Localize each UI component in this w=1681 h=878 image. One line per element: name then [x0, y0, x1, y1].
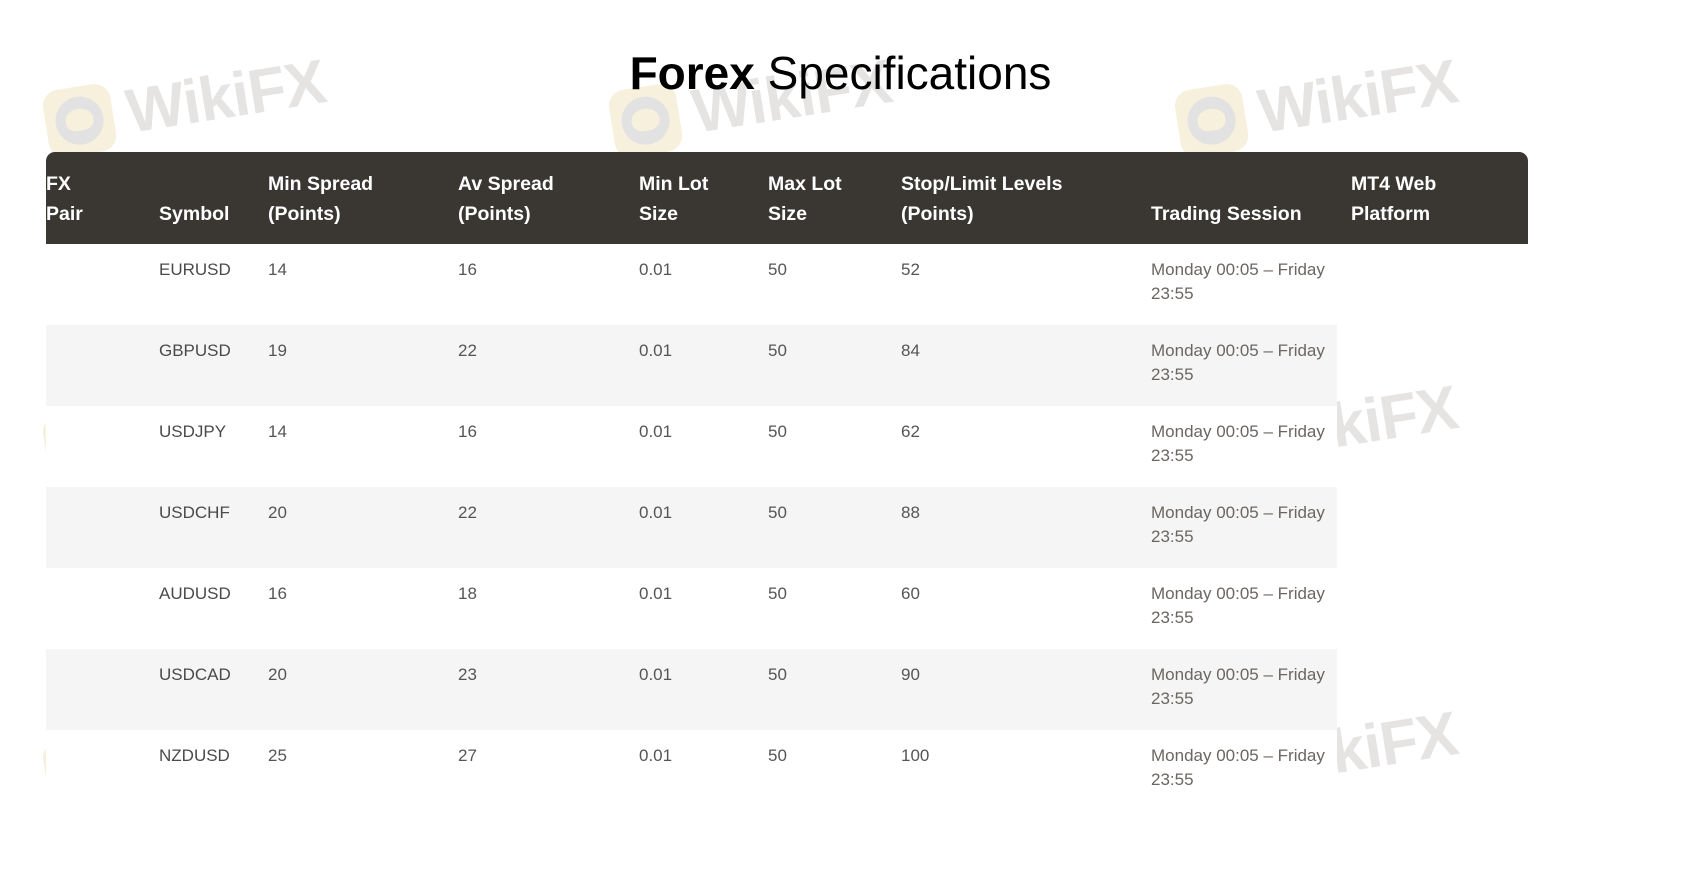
cell-symbol: GBPUSD — [159, 339, 268, 363]
cell-trading-session: Monday 00:05 – Friday 23:55 — [1151, 663, 1351, 711]
column-header-max-lot-line1: Max Lot — [768, 169, 842, 199]
cell-min-spread: 14 — [268, 258, 458, 282]
page-root: WikiFX WikiFX WikiFX WikiFX WikiFX WikiF… — [0, 0, 1681, 878]
cell-min-lot-size: 0.01 — [639, 501, 768, 525]
column-header-av-spread-line1: Av Spread — [458, 169, 554, 199]
cell-max-lot-size: 50 — [768, 501, 901, 525]
cell-min-spread: 16 — [268, 582, 458, 606]
cell-av-spread: 16 — [458, 258, 639, 282]
column-header-mt4-web-platform: MT4 Web Platform — [1351, 169, 1528, 230]
cell-symbol: NZDUSD — [159, 744, 268, 768]
cell-symbol: EURUSD — [159, 258, 268, 282]
column-header-min-lot-line2: Size — [639, 199, 708, 229]
cell-min-spread: 14 — [268, 420, 458, 444]
cell-trading-session: Monday 00:05 – Friday 23:55 — [1151, 582, 1351, 630]
page-title-bold: Forex — [630, 47, 755, 99]
cell-stop-limit: 90 — [901, 663, 1151, 687]
cell-symbol: USDCHF — [159, 501, 268, 525]
cell-min-spread: 25 — [268, 744, 458, 768]
cell-av-spread: 18 — [458, 582, 639, 606]
page-title-light: Specifications — [755, 47, 1052, 99]
column-header-mt4-line1: MT4 Web — [1351, 169, 1436, 199]
column-header-min-spread-line1: Min Spread — [268, 169, 373, 199]
column-header-min-spread-line2: (Points) — [268, 199, 373, 229]
table-row: USDCAD 20 23 0.01 50 90 Monday 00:05 – F… — [46, 649, 1337, 730]
table-header-row: FX Pair Symbol Min Spread (Points) Av Sp… — [46, 152, 1528, 244]
column-header-stop-limit-levels: Stop/Limit Levels (Points) — [901, 169, 1151, 230]
cell-stop-limit: 52 — [901, 258, 1151, 282]
table-body: EURUSD 14 16 0.01 50 52 Monday 00:05 – F… — [46, 244, 1337, 811]
cell-trading-session: Monday 00:05 – Friday 23:55 — [1151, 501, 1351, 549]
table-row: USDCHF 20 22 0.01 50 88 Monday 00:05 – F… — [46, 487, 1337, 568]
column-header-symbol: Symbol — [159, 169, 268, 230]
column-header-fx-pair: FX Pair — [46, 169, 159, 230]
cell-av-spread: 16 — [458, 420, 639, 444]
column-header-trading-session: Trading Session — [1151, 169, 1351, 230]
cell-max-lot-size: 50 — [768, 663, 901, 687]
cell-min-lot-size: 0.01 — [639, 339, 768, 363]
column-header-stop-limit-line1: Stop/Limit Levels — [901, 169, 1062, 199]
table-row: NZDUSD 25 27 0.01 50 100 Monday 00:05 – … — [46, 730, 1337, 811]
cell-max-lot-size: 50 — [768, 744, 901, 768]
column-header-min-lot-size: Min Lot Size — [639, 169, 768, 230]
cell-symbol: USDCAD — [159, 663, 268, 687]
column-header-av-spread: Av Spread (Points) — [458, 169, 639, 230]
cell-min-spread: 19 — [268, 339, 458, 363]
column-header-stop-limit-line2: (Points) — [901, 199, 1062, 229]
cell-min-lot-size: 0.01 — [639, 744, 768, 768]
page-title: Forex Specifications — [0, 45, 1681, 103]
forex-specifications-table: FX Pair Symbol Min Spread (Points) Av Sp… — [46, 152, 1528, 811]
cell-max-lot-size: 50 — [768, 582, 901, 606]
cell-min-lot-size: 0.01 — [639, 582, 768, 606]
cell-symbol: AUDUSD — [159, 582, 268, 606]
column-header-fx-pair-line1: FX — [46, 169, 83, 199]
column-header-max-lot-line2: Size — [768, 199, 842, 229]
cell-min-lot-size: 0.01 — [639, 420, 768, 444]
cell-min-spread: 20 — [268, 501, 458, 525]
cell-min-lot-size: 0.01 — [639, 258, 768, 282]
cell-max-lot-size: 50 — [768, 258, 901, 282]
cell-trading-session: Monday 00:05 – Friday 23:55 — [1151, 420, 1351, 468]
cell-max-lot-size: 50 — [768, 420, 901, 444]
cell-av-spread: 22 — [458, 501, 639, 525]
column-header-mt4-line2: Platform — [1351, 199, 1436, 229]
cell-symbol: USDJPY — [159, 420, 268, 444]
column-header-av-spread-line2: (Points) — [458, 199, 554, 229]
cell-av-spread: 22 — [458, 339, 639, 363]
cell-av-spread: 23 — [458, 663, 639, 687]
column-header-symbol-label: Symbol — [159, 199, 229, 229]
cell-trading-session: Monday 00:05 – Friday 23:55 — [1151, 258, 1351, 306]
table-row: GBPUSD 19 22 0.01 50 84 Monday 00:05 – F… — [46, 325, 1337, 406]
cell-min-lot-size: 0.01 — [639, 663, 768, 687]
cell-trading-session: Monday 00:05 – Friday 23:55 — [1151, 339, 1351, 387]
cell-stop-limit: 100 — [901, 744, 1151, 768]
cell-min-spread: 20 — [268, 663, 458, 687]
column-header-trading-session-label: Trading Session — [1151, 199, 1302, 229]
cell-stop-limit: 84 — [901, 339, 1151, 363]
cell-stop-limit: 88 — [901, 501, 1151, 525]
cell-stop-limit: 60 — [901, 582, 1151, 606]
column-header-min-spread: Min Spread (Points) — [268, 169, 458, 230]
cell-stop-limit: 62 — [901, 420, 1151, 444]
table-row: EURUSD 14 16 0.01 50 52 Monday 00:05 – F… — [46, 244, 1337, 325]
column-header-max-lot-size: Max Lot Size — [768, 169, 901, 230]
table-row: AUDUSD 16 18 0.01 50 60 Monday 00:05 – F… — [46, 568, 1337, 649]
table-row: USDJPY 14 16 0.01 50 62 Monday 00:05 – F… — [46, 406, 1337, 487]
cell-trading-session: Monday 00:05 – Friday 23:55 — [1151, 744, 1351, 792]
column-header-min-lot-line1: Min Lot — [639, 169, 708, 199]
cell-av-spread: 27 — [458, 744, 639, 768]
cell-max-lot-size: 50 — [768, 339, 901, 363]
column-header-fx-pair-line2: Pair — [46, 199, 83, 229]
